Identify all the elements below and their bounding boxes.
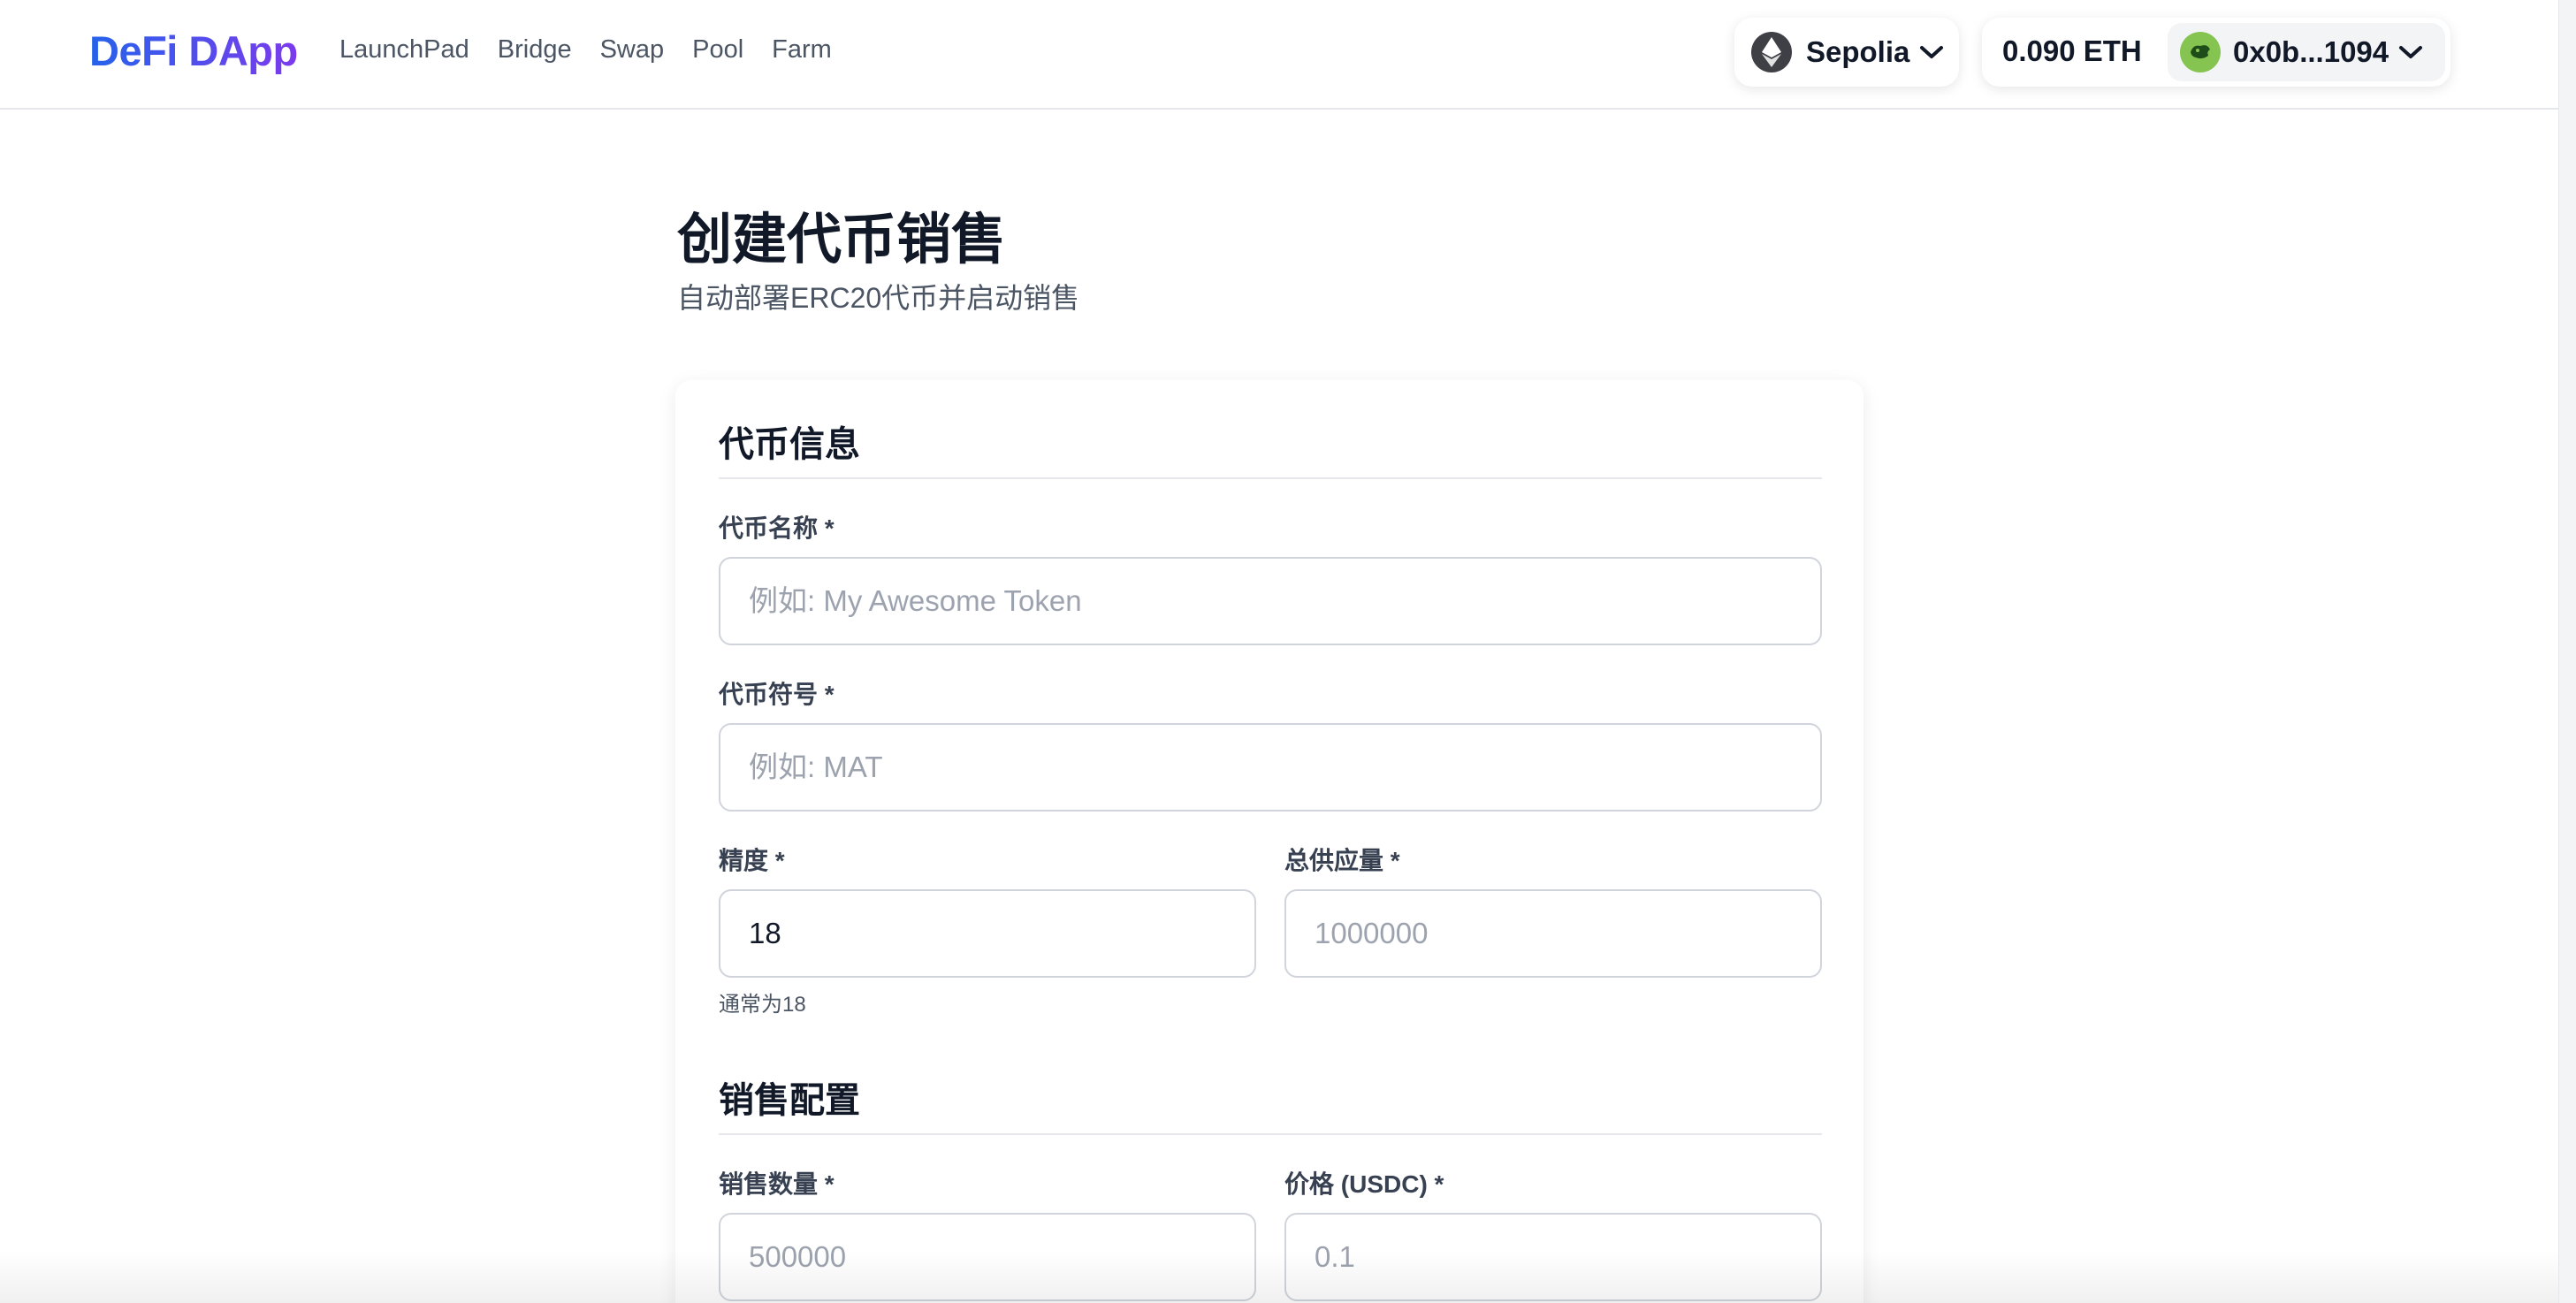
chevron-down-icon <box>2399 46 2423 58</box>
page: DeFi DApp LaunchPad Bridge Swap Pool Far… <box>0 0 2576 1303</box>
token-info-section-title: 代币信息 <box>719 425 860 464</box>
network-name: Sepolia <box>1806 35 1910 68</box>
main-nav: LaunchPad Bridge Swap Pool Farm <box>339 35 832 65</box>
token-name-label: 代币名称 * <box>719 514 835 542</box>
section-divider <box>719 1133 1822 1135</box>
decimals-label: 精度 * <box>719 847 785 874</box>
ethereum-icon <box>1751 32 1792 72</box>
chevron-down-icon <box>1920 46 1944 58</box>
total-supply-label: 总供应量 * <box>1284 847 1400 874</box>
nav-bridge[interactable]: Bridge <box>498 35 572 65</box>
sale-config-section-title: 销售配置 <box>719 1081 860 1120</box>
price-label: 价格 (USDC) * <box>1284 1170 1444 1198</box>
wallet-address: 0x0b...1094 <box>2233 35 2389 68</box>
scrollbar-track[interactable] <box>2558 0 2576 1303</box>
top-header: DeFi DApp LaunchPad Bridge Swap Pool Far… <box>0 0 2558 110</box>
token-name-input[interactable] <box>719 557 1822 645</box>
network-selector-button[interactable]: Sepolia <box>1734 18 1959 87</box>
price-input[interactable] <box>1284 1213 1822 1301</box>
page-subtitle: 自动部署ERC20代币并启动销售 <box>677 282 1080 314</box>
wallet-panel: 0.090 ETH 0x0b...1094 <box>1982 18 2450 87</box>
app-logo[interactable]: DeFi DApp <box>89 27 298 75</box>
nav-swap[interactable]: Swap <box>600 35 665 65</box>
decimals-input[interactable] <box>719 889 1256 978</box>
create-sale-form-card: 代币信息 代币名称 * 代币符号 * 精度 * 通常为18 总供应量 * 销售配… <box>675 380 1863 1303</box>
avatar-icon <box>2180 32 2221 72</box>
nav-pool[interactable]: Pool <box>692 35 743 65</box>
token-symbol-input[interactable] <box>719 723 1822 812</box>
nav-farm[interactable]: Farm <box>772 35 832 65</box>
sale-amount-label: 销售数量 * <box>719 1170 835 1198</box>
total-supply-input[interactable] <box>1284 889 1822 978</box>
sale-amount-input[interactable] <box>719 1213 1256 1301</box>
token-symbol-label: 代币符号 * <box>719 681 835 708</box>
decimals-hint: 通常为18 <box>719 993 806 1017</box>
page-title: 创建代币销售 <box>677 210 1007 271</box>
section-divider <box>719 477 1822 479</box>
account-button[interactable]: 0x0b...1094 <box>2168 23 2445 81</box>
eth-balance[interactable]: 0.090 ETH <box>2002 34 2142 68</box>
nav-launchpad[interactable]: LaunchPad <box>339 35 469 65</box>
